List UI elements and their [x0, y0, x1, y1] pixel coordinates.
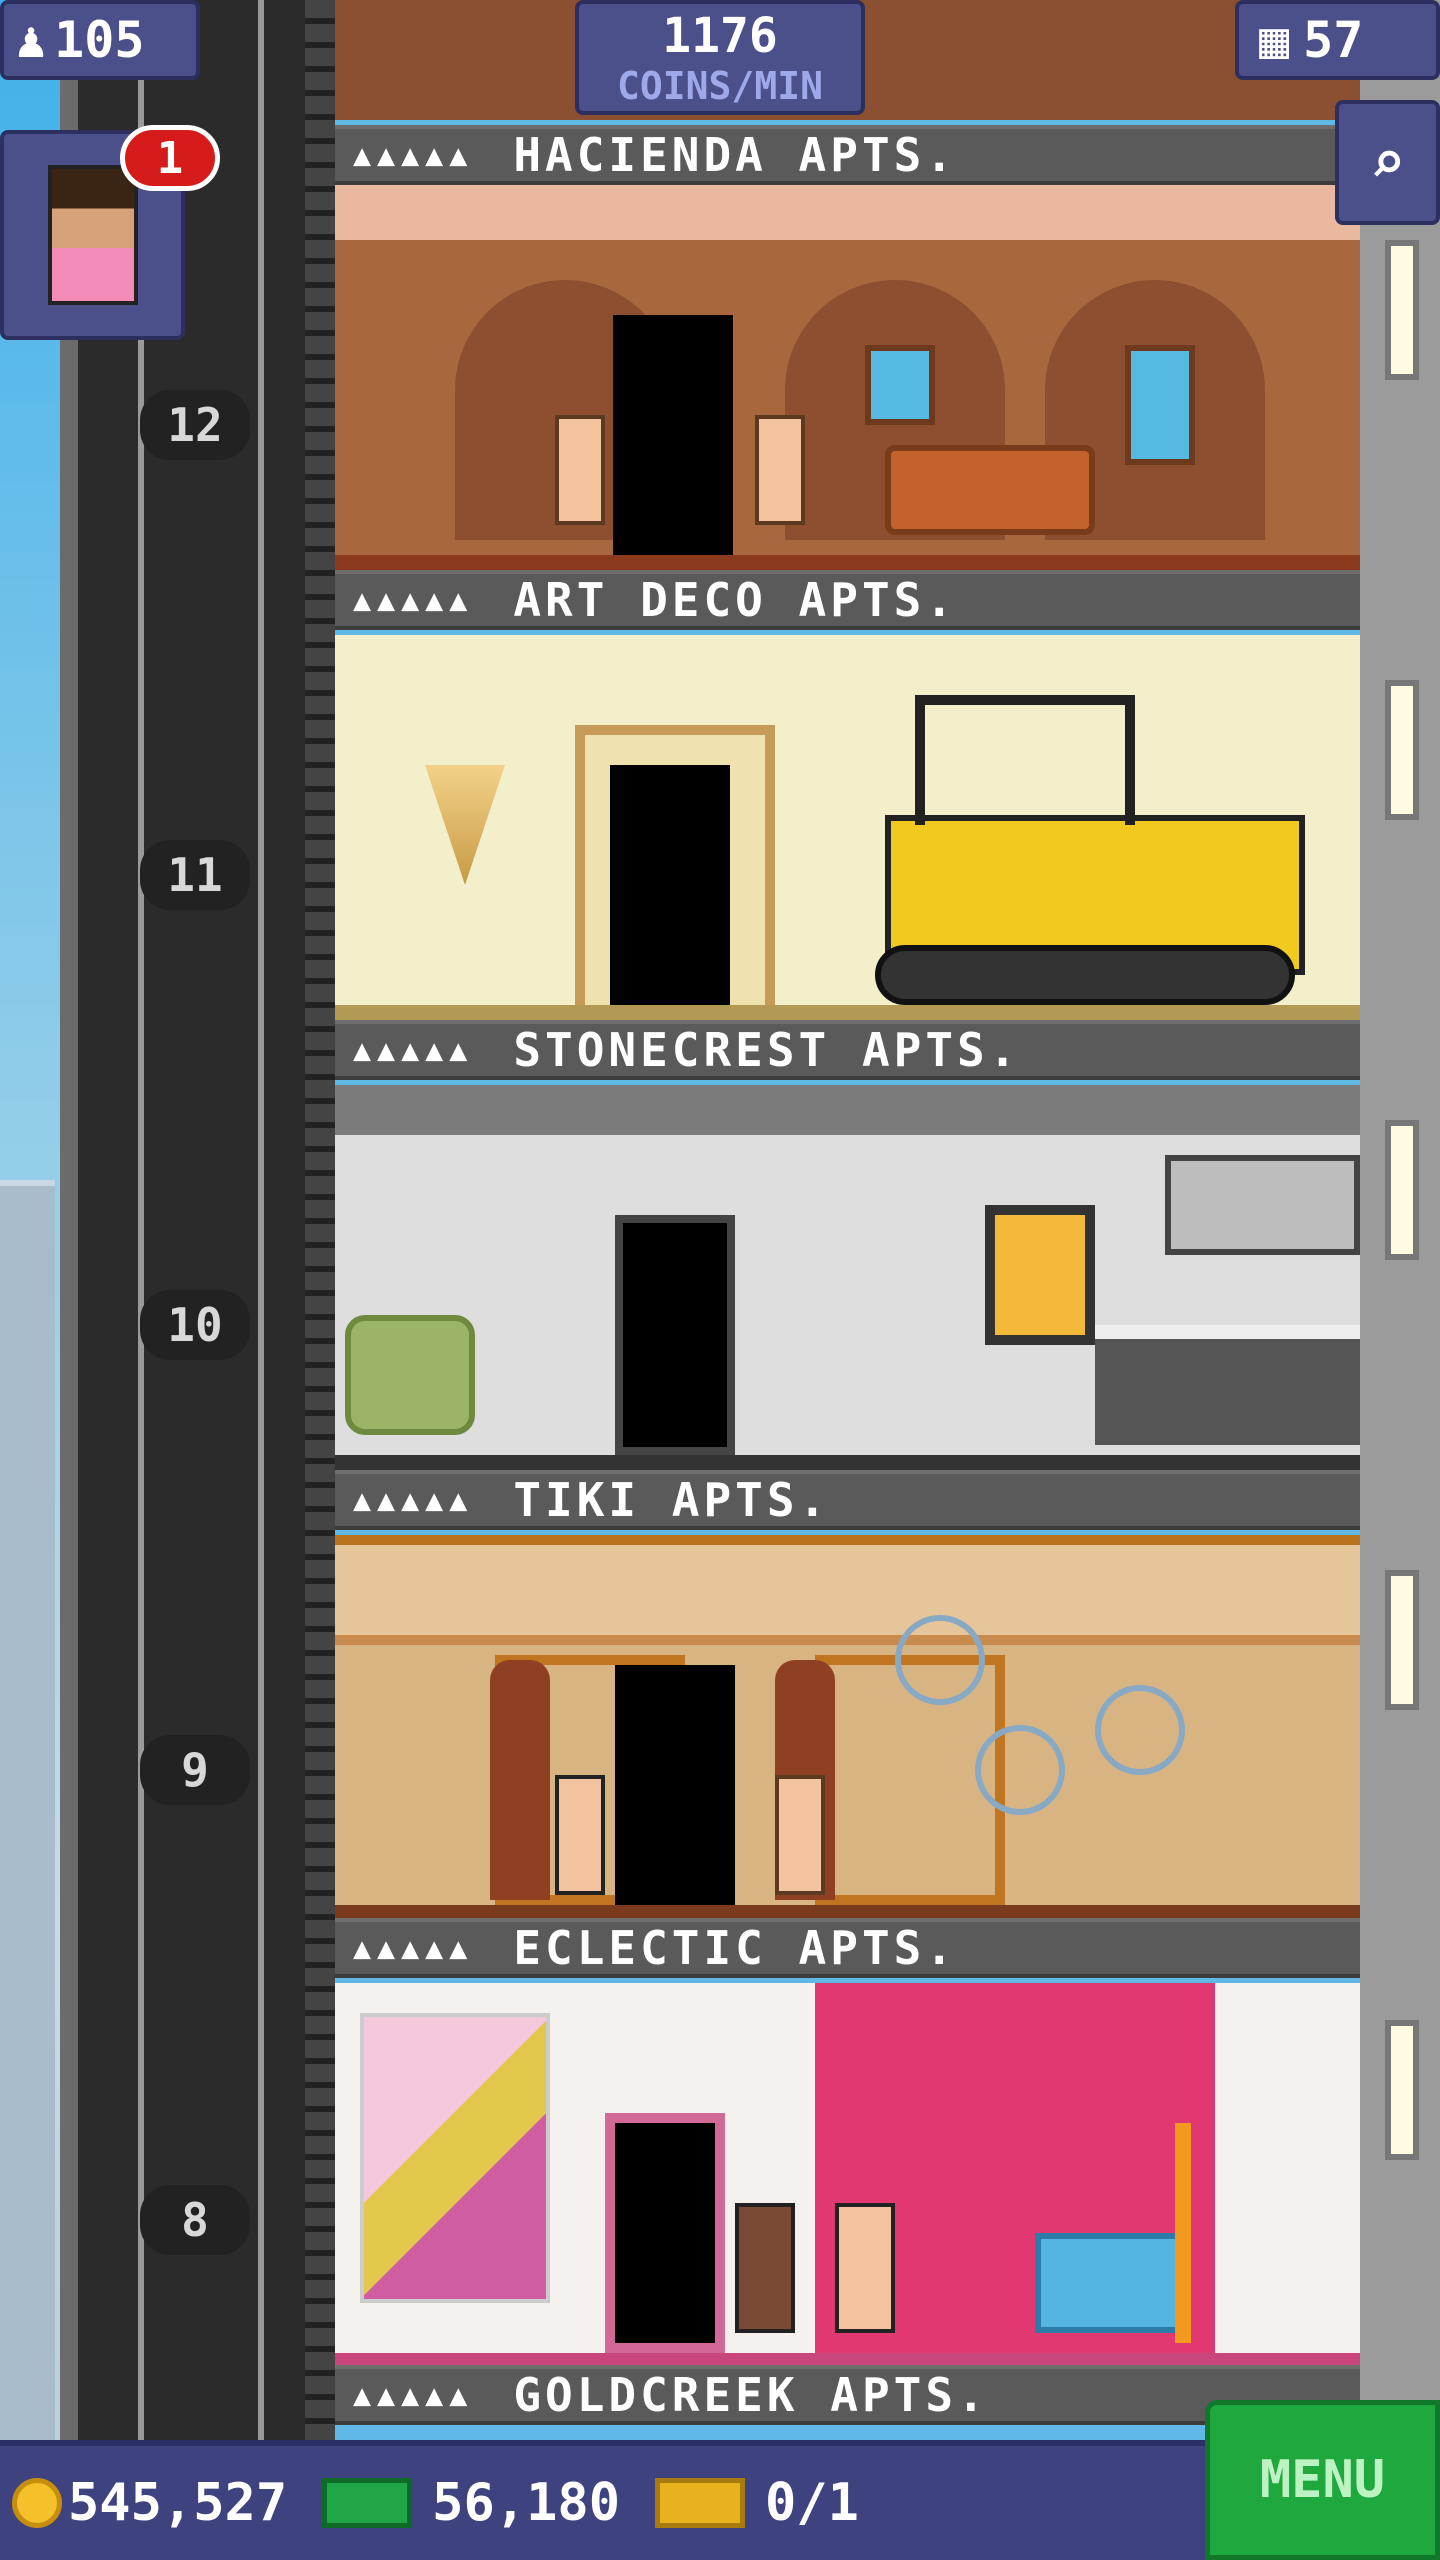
apartment-door[interactable] — [615, 1665, 735, 1905]
apartment-door[interactable] — [610, 765, 730, 1005]
room-background — [335, 1085, 1360, 1470]
bird-ring — [1095, 1685, 1185, 1775]
room-floor — [335, 1905, 1360, 1918]
side-window — [1385, 680, 1419, 820]
room-hacienda[interactable] — [335, 185, 1360, 570]
floors-value: 57 — [1303, 11, 1364, 69]
coin-icon — [12, 2478, 62, 2528]
resident-man[interactable] — [735, 2203, 795, 2333]
bulldozer-tracks — [875, 945, 1295, 1005]
window — [865, 345, 935, 425]
ticket-icon — [655, 2478, 745, 2528]
abstract-painting — [360, 2013, 550, 2303]
floor-name: ART DECO APTS. — [513, 573, 958, 627]
wall-sconce — [425, 765, 505, 885]
floor-number-12: 12 — [140, 390, 250, 460]
side-window — [1385, 240, 1419, 380]
magnifier-icon: ⌕ — [1369, 127, 1406, 198]
room-background — [335, 635, 1360, 1020]
sofa — [1035, 2233, 1185, 2333]
resident-woman[interactable] — [755, 415, 805, 525]
bux-icon — [322, 2478, 413, 2528]
floor-number-11: 11 — [140, 840, 250, 910]
bux-value: 56,180 — [432, 2473, 620, 2533]
bulldozer-cage — [915, 695, 1135, 825]
armchair — [345, 1315, 475, 1435]
person-icon: ♟ — [16, 11, 47, 69]
visitor-avatar — [47, 165, 138, 305]
population-value: 105 — [54, 11, 145, 69]
room-tiki[interactable] — [335, 1535, 1360, 1918]
floor-label-tiki[interactable]: ▲▲▲▲▲ TIKI APTS. — [335, 1470, 1360, 1530]
floor-number-9: 9 — [140, 1735, 250, 1805]
star-rating: ▲▲▲▲▲ — [353, 1032, 474, 1068]
floor-name: GOLDCREEK APTS. — [513, 2368, 989, 2422]
notification-badge: 1 — [120, 125, 220, 191]
apartment-door[interactable] — [605, 2113, 725, 2353]
room-floor — [335, 555, 1360, 570]
floor-name: ECLECTIC APTS. — [513, 1921, 958, 1975]
floor-label-eclectic[interactable]: ▲▲▲▲▲ ECLECTIC APTS. — [335, 1918, 1360, 1978]
tiki-statue — [490, 1660, 550, 1900]
floors-counter[interactable]: ▦ 57 — [1235, 0, 1440, 80]
room-art-deco[interactable] — [335, 635, 1360, 1020]
room-background — [335, 1535, 1360, 1918]
ceiling-beam — [335, 1535, 1360, 1545]
side-window — [1385, 1570, 1419, 1710]
coins-value: 545,527 — [68, 2473, 288, 2533]
elevator-rail — [305, 0, 335, 2440]
coins-per-min-label: COINS/MIN — [617, 63, 823, 108]
distant-city — [0, 1180, 55, 2440]
building-icon: ▦ — [1259, 11, 1290, 69]
floor-label-hacienda[interactable]: ▲▲▲▲▲ HACIENDA APTS. — [335, 125, 1360, 185]
coins-per-min-panel: 1176 COINS/MIN — [575, 0, 865, 115]
floor-number-10: 10 — [140, 1290, 250, 1360]
elevator-cable — [138, 0, 144, 2440]
room-eclectic[interactable] — [335, 1983, 1360, 2365]
room-floor — [335, 1005, 1360, 1020]
floor-name: STONECREST APTS. — [513, 1023, 1021, 1077]
window — [1125, 345, 1195, 465]
elevator-shaft[interactable] — [60, 0, 335, 2440]
star-rating: ▲▲▲▲▲ — [353, 1930, 474, 1966]
kitchen-counter — [1095, 1325, 1360, 1445]
wall-painting — [985, 1205, 1095, 1345]
floor-name: HACIENDA APTS. — [513, 128, 958, 182]
sofa — [885, 445, 1095, 535]
bird-ring — [975, 1725, 1065, 1815]
coins-per-min-value: 1176 — [662, 7, 778, 64]
room-background — [335, 1983, 1360, 2365]
resident-man[interactable] — [555, 1775, 605, 1895]
floor-label-art-deco[interactable]: ▲▲▲▲▲ ART DECO APTS. — [335, 570, 1360, 630]
floor-name: TIKI APTS. — [513, 1473, 831, 1527]
floor-lamp — [1175, 2123, 1191, 2343]
resident-woman[interactable] — [775, 1775, 825, 1895]
bird-ring — [895, 1615, 985, 1705]
side-window — [1385, 2020, 1419, 2160]
room-floor — [335, 1455, 1360, 1470]
room-floor — [335, 2353, 1360, 2365]
floor-number-8: 8 — [140, 2185, 250, 2255]
star-rating: ▲▲▲▲▲ — [353, 582, 474, 618]
search-button[interactable]: ⌕ — [1335, 100, 1440, 225]
population-counter[interactable]: ♟ 105 — [0, 0, 200, 80]
floor-label-stonecrest[interactable]: ▲▲▲▲▲ STONECREST APTS. — [335, 1020, 1360, 1080]
room-stonecrest[interactable] — [335, 1085, 1360, 1470]
room-background — [335, 185, 1360, 570]
resident-man[interactable] — [555, 415, 605, 525]
menu-button[interactable]: MENU — [1205, 2400, 1440, 2560]
kitchen-cabinets — [1165, 1155, 1360, 1255]
star-rating: ▲▲▲▲▲ — [353, 2377, 474, 2413]
apartment-door[interactable] — [615, 1215, 735, 1455]
apartment-door[interactable] — [613, 315, 733, 555]
tickets-value: 0/1 — [765, 2473, 859, 2533]
star-rating: ▲▲▲▲▲ — [353, 1482, 474, 1518]
star-rating: ▲▲▲▲▲ — [353, 137, 474, 173]
resident-man[interactable] — [835, 2203, 895, 2333]
elevator-cable — [258, 0, 264, 2440]
side-window — [1385, 1120, 1419, 1260]
